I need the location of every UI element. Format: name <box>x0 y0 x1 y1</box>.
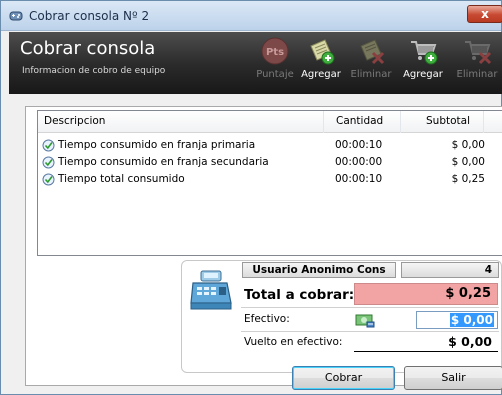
points-badge-text: Pts <box>266 47 284 58</box>
payment-box: Usuario Anonimo Cons 4 Total a cobrar: $… <box>181 260 502 373</box>
content-panel: Descripcion Cantidad Subtotal Tiempo con… <box>25 106 502 386</box>
delete-document-icon <box>360 39 385 65</box>
header-banner: Cobrar consola Informacion de cobro de e… <box>9 32 502 94</box>
toolbar-eliminar-item-button[interactable]: Eliminar <box>349 36 393 92</box>
toolbar-agregar-cart-button[interactable]: Agregar <box>399 36 447 92</box>
clock-check-icon <box>42 139 55 152</box>
toolbar-puntaje-label: Puntaje <box>256 69 294 80</box>
salir-button[interactable]: Salir <box>404 366 502 390</box>
row-cantidad: 00:00:10 <box>335 173 383 185</box>
divider <box>241 331 499 332</box>
divider <box>241 307 499 308</box>
page-title: Cobrar consola <box>20 38 156 59</box>
cobrar-button[interactable]: Cobrar <box>292 366 395 390</box>
column-separator[interactable] <box>323 111 324 133</box>
cash-payment-icon[interactable] <box>355 312 375 328</box>
row-descripcion: Tiempo consumido en franja primaria <box>58 139 256 151</box>
vuelto-value: $ 0,00 <box>354 333 498 352</box>
delete-cart-icon <box>465 41 492 65</box>
list-row[interactable]: Tiempo total consumido 00:00:10 $ 0,25 <box>38 172 502 188</box>
page-subtitle: Informacion de cobro de equipo <box>22 66 166 76</box>
list-row[interactable]: Tiempo consumido en franja primaria 00:0… <box>38 138 502 154</box>
column-separator[interactable] <box>400 111 401 133</box>
toolbar-eliminar-cart-label: Eliminar <box>456 69 498 80</box>
efectivo-input[interactable]: $ 0,00 <box>416 311 498 329</box>
add-cart-icon <box>411 41 438 65</box>
cash-register-icon <box>190 270 232 310</box>
clock-check-icon <box>42 156 55 169</box>
row-cantidad: 00:00:00 <box>335 156 383 168</box>
window-title: Cobrar consola Nº 2 <box>29 9 150 23</box>
charges-list[interactable]: Descripcion Cantidad Subtotal Tiempo con… <box>37 110 502 256</box>
column-separator[interactable] <box>483 111 484 133</box>
toolbar-eliminar-item-label: Eliminar <box>350 69 392 80</box>
toolbar-agregar-item-button[interactable]: Agregar <box>299 36 343 92</box>
clock-check-icon <box>42 173 55 186</box>
toolbar-agregar-item-label: Agregar <box>301 69 341 80</box>
user-count-badge: 4 <box>401 262 499 278</box>
toolbar-puntaje-button[interactable]: Pts Puntaje <box>256 36 294 92</box>
user-name-badge: Usuario Anonimo Cons <box>242 262 396 278</box>
title-bar[interactable]: Cobrar consola Nº 2 x <box>1 1 502 31</box>
row-descripcion: Tiempo consumido en franja secundaria <box>58 156 269 168</box>
column-header-cantidad[interactable]: Cantidad <box>336 115 383 127</box>
row-descripcion: Tiempo total consumido <box>58 173 185 185</box>
toolbar-eliminar-cart-button[interactable]: Eliminar <box>453 36 501 92</box>
column-header-subtotal[interactable]: Subtotal <box>426 115 470 127</box>
cobrar-consola-window: Cobrar consola Nº 2 x Cobrar consola Inf… <box>0 0 502 395</box>
gamepad-icon <box>9 11 23 21</box>
efectivo-label: Efectivo: <box>244 313 290 325</box>
add-document-icon <box>310 39 335 65</box>
row-subtotal: $ 0,00 <box>451 156 485 168</box>
efectivo-input-value: $ 0,00 <box>449 313 494 327</box>
list-row[interactable]: Tiempo consumido en franja secundaria 00… <box>38 155 502 171</box>
total-label: Total a cobrar: <box>244 287 355 303</box>
row-subtotal: $ 0,25 <box>451 173 485 185</box>
row-cantidad: 00:00:10 <box>335 139 383 151</box>
vuelto-label: Vuelto en efectivo: <box>244 336 343 348</box>
row-subtotal: $ 0,00 <box>451 139 485 151</box>
toolbar-agregar-cart-label: Agregar <box>403 69 443 80</box>
list-header: Descripcion Cantidad Subtotal <box>38 111 502 133</box>
column-header-descripcion[interactable]: Descripcion <box>44 115 105 127</box>
points-icon: Pts <box>261 37 289 65</box>
total-value: $ 0,25 <box>354 283 498 305</box>
close-button[interactable]: x <box>467 5 502 23</box>
